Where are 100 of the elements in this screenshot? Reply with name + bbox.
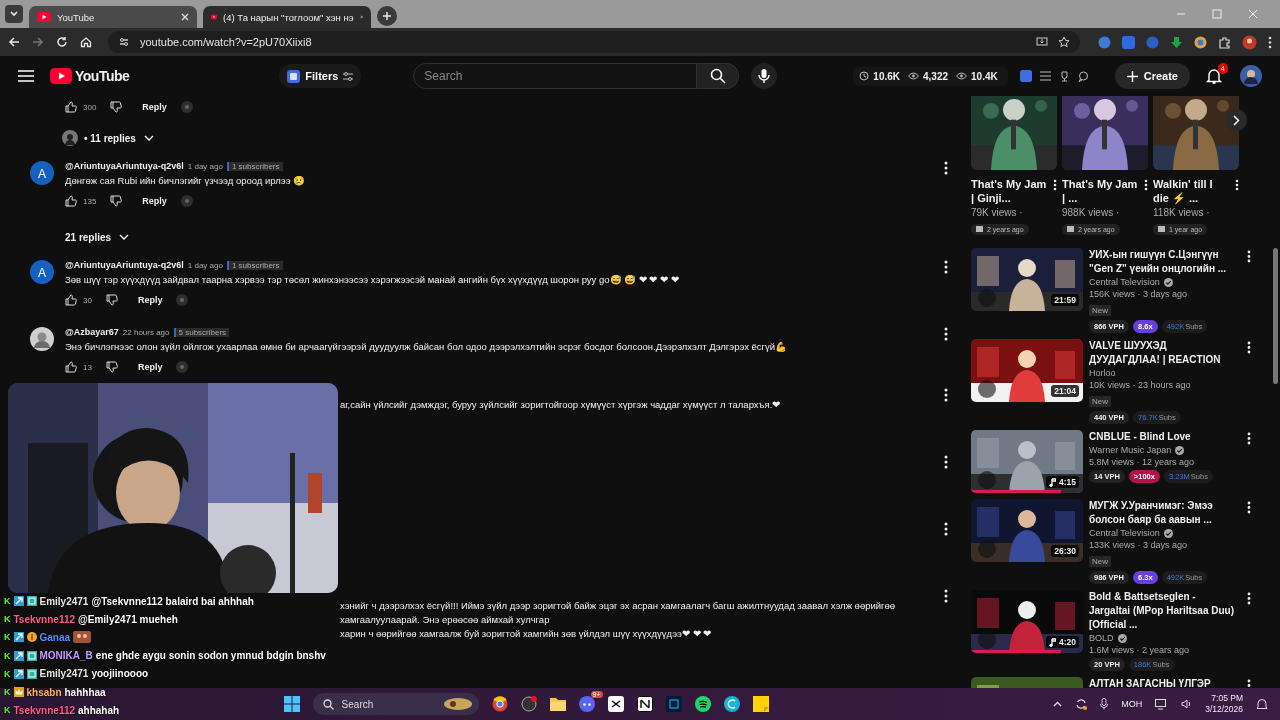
more-icon[interactable]	[1144, 179, 1148, 191]
more-icon[interactable]	[944, 589, 948, 603]
next-button[interactable]	[1225, 109, 1247, 131]
address-bar[interactable]: youtube.com/watch?v=2pU70Xiixi8	[108, 31, 1080, 53]
reply-button[interactable]: Reply	[133, 295, 167, 305]
speaker-icon[interactable]	[1181, 699, 1193, 709]
back-icon[interactable]	[8, 36, 20, 48]
menu-icon[interactable]	[1268, 35, 1272, 49]
short-title[interactable]: Walkin' till I die ⚡ ...	[1153, 177, 1231, 205]
thumbs-down-icon[interactable]	[105, 294, 118, 306]
replies-toggle[interactable]: 21 replies	[65, 231, 130, 243]
more-icon[interactable]	[1247, 432, 1251, 445]
video-title[interactable]: УИХ-ын гишүүн С.Цэнгүүн "Gen Z" үеийн онцлогийн ...	[1089, 248, 1237, 276]
bell-icon[interactable]	[1206, 67, 1222, 85]
video-title[interactable]: МУГЖ У.Уранчимэг: Эмээ болсон баяр ба аавын ...	[1089, 499, 1237, 527]
folder-icon[interactable]	[549, 697, 566, 711]
voice-search-button[interactable]	[751, 63, 778, 89]
thumbs-up-icon[interactable]	[65, 361, 77, 373]
browser-tab[interactable]: (4) Та нарын "тоглоом" хэн нэ	[203, 6, 371, 28]
comment-author[interactable]: @Azbayar67	[65, 327, 119, 337]
tab-list-button[interactable]	[5, 5, 23, 23]
create-button[interactable]: Create	[1114, 63, 1190, 89]
sticky-note-icon[interactable]	[752, 696, 769, 712]
reply-button[interactable]: Reply	[133, 362, 167, 372]
trophy-icon[interactable]	[1058, 70, 1070, 82]
reload-icon[interactable]	[56, 36, 68, 48]
more-icon[interactable]	[944, 388, 948, 402]
more-icon[interactable]	[944, 327, 948, 341]
thumbs-up-icon[interactable]	[65, 294, 77, 306]
more-icon[interactable]	[944, 455, 948, 469]
app-icon[interactable]	[723, 696, 740, 712]
avatar[interactable]	[1240, 65, 1262, 87]
notification-bell-icon[interactable]	[1256, 697, 1268, 711]
channel-name[interactable]: Horloo	[1089, 368, 1116, 378]
puzzle-icon[interactable]	[1218, 35, 1231, 49]
thumbs-down-icon[interactable]	[110, 195, 123, 207]
avatar[interactable]	[30, 327, 54, 351]
windows-start-icon[interactable]	[283, 696, 300, 712]
replies-toggle[interactable]: • 11 replies	[84, 132, 154, 144]
video-title[interactable]: Bold & Battsetseglen - Jargaltai (MPop Hariltsaa Duu) [Official ...	[1089, 590, 1237, 632]
more-icon[interactable]	[944, 522, 948, 536]
video-title[interactable]: АЛТАН ЗАГАСНЫ ҮЛГЭР	[1089, 677, 1237, 690]
profile-avatar-icon[interactable]	[1242, 34, 1257, 50]
more-icon[interactable]	[1247, 592, 1251, 605]
more-icon[interactable]	[1247, 250, 1251, 263]
app-icon[interactable]	[578, 696, 595, 712]
more-icon[interactable]	[944, 260, 948, 274]
channel-name[interactable]: Warner Music Japan	[1089, 445, 1172, 455]
more-icon[interactable]	[1053, 179, 1057, 191]
channel-name[interactable]: BOLD	[1089, 633, 1114, 643]
extension-icon[interactable]	[1122, 35, 1135, 49]
app-icon[interactable]	[607, 696, 624, 712]
comment-author[interactable]: @AriuntuyaAriuntuya-q2v6l	[65, 260, 184, 270]
thumbs-up-icon[interactable]	[65, 101, 77, 113]
download-arrow-icon[interactable]	[1170, 35, 1183, 49]
more-icon[interactable]	[944, 161, 948, 175]
channel-name[interactable]: Central Television	[1089, 277, 1160, 287]
channel-name[interactable]: Central Television	[1089, 528, 1160, 538]
extension-icon[interactable]	[1098, 35, 1111, 49]
avatar[interactable]: A	[30, 161, 54, 185]
app-icon[interactable]	[694, 696, 711, 712]
avatar[interactable]: A	[30, 260, 54, 284]
forward-icon[interactable]	[32, 36, 44, 48]
reply-button[interactable]: Reply	[138, 102, 171, 112]
filters-button[interactable]: Filters	[279, 64, 362, 88]
menu-icon[interactable]	[18, 70, 34, 82]
chevron-up-icon[interactable]	[1053, 701, 1063, 707]
new-tab-button[interactable]	[377, 6, 397, 26]
install-icon[interactable]	[1036, 36, 1048, 48]
clock-time[interactable]: 7:05 PM	[1211, 693, 1243, 704]
browser-tab[interactable]: YouTube	[29, 6, 197, 28]
scrollbar-thumb[interactable]	[1273, 248, 1278, 384]
search-field[interactable]: Search	[413, 63, 698, 89]
clock-date[interactable]: 3/12/2026	[1205, 704, 1243, 715]
reply-button[interactable]: Reply	[138, 196, 171, 206]
more-icon[interactable]	[1247, 501, 1251, 514]
app-icon[interactable]	[636, 696, 653, 712]
site-info-icon[interactable]	[118, 36, 130, 48]
app-icon[interactable]	[491, 696, 508, 712]
logo-text[interactable]: YouTube	[75, 68, 130, 84]
extension-icon[interactable]	[1019, 70, 1032, 82]
thumbs-down-icon[interactable]	[110, 101, 123, 113]
star-icon[interactable]	[1058, 36, 1070, 48]
comment-author[interactable]: @AriuntuyaAriuntuya-q2v6l	[65, 161, 184, 171]
monitor-icon[interactable]	[1155, 698, 1169, 710]
thumbs-up-icon[interactable]	[65, 195, 77, 207]
short-title[interactable]: That's My Jam | Ginji...	[971, 177, 1049, 205]
input-language[interactable]: МОН	[1121, 699, 1143, 709]
close-icon[interactable]	[181, 13, 189, 21]
sync-icon[interactable]	[1075, 698, 1088, 710]
home-icon[interactable]	[80, 36, 92, 48]
taskbar-search-field[interactable]: Search	[312, 693, 479, 715]
extension-icon[interactable]	[1194, 35, 1207, 49]
chat-bubble-icon[interactable]	[1077, 70, 1089, 82]
video-title[interactable]: VALVE ШУУХЭД ДУУДАГДЛАА! | REACTION	[1089, 339, 1237, 367]
search-button[interactable]	[697, 63, 740, 89]
more-icon[interactable]	[1235, 179, 1239, 191]
more-icon[interactable]	[1247, 341, 1251, 354]
thumbs-down-icon[interactable]	[105, 361, 118, 373]
microphone-icon[interactable]	[1100, 698, 1109, 710]
